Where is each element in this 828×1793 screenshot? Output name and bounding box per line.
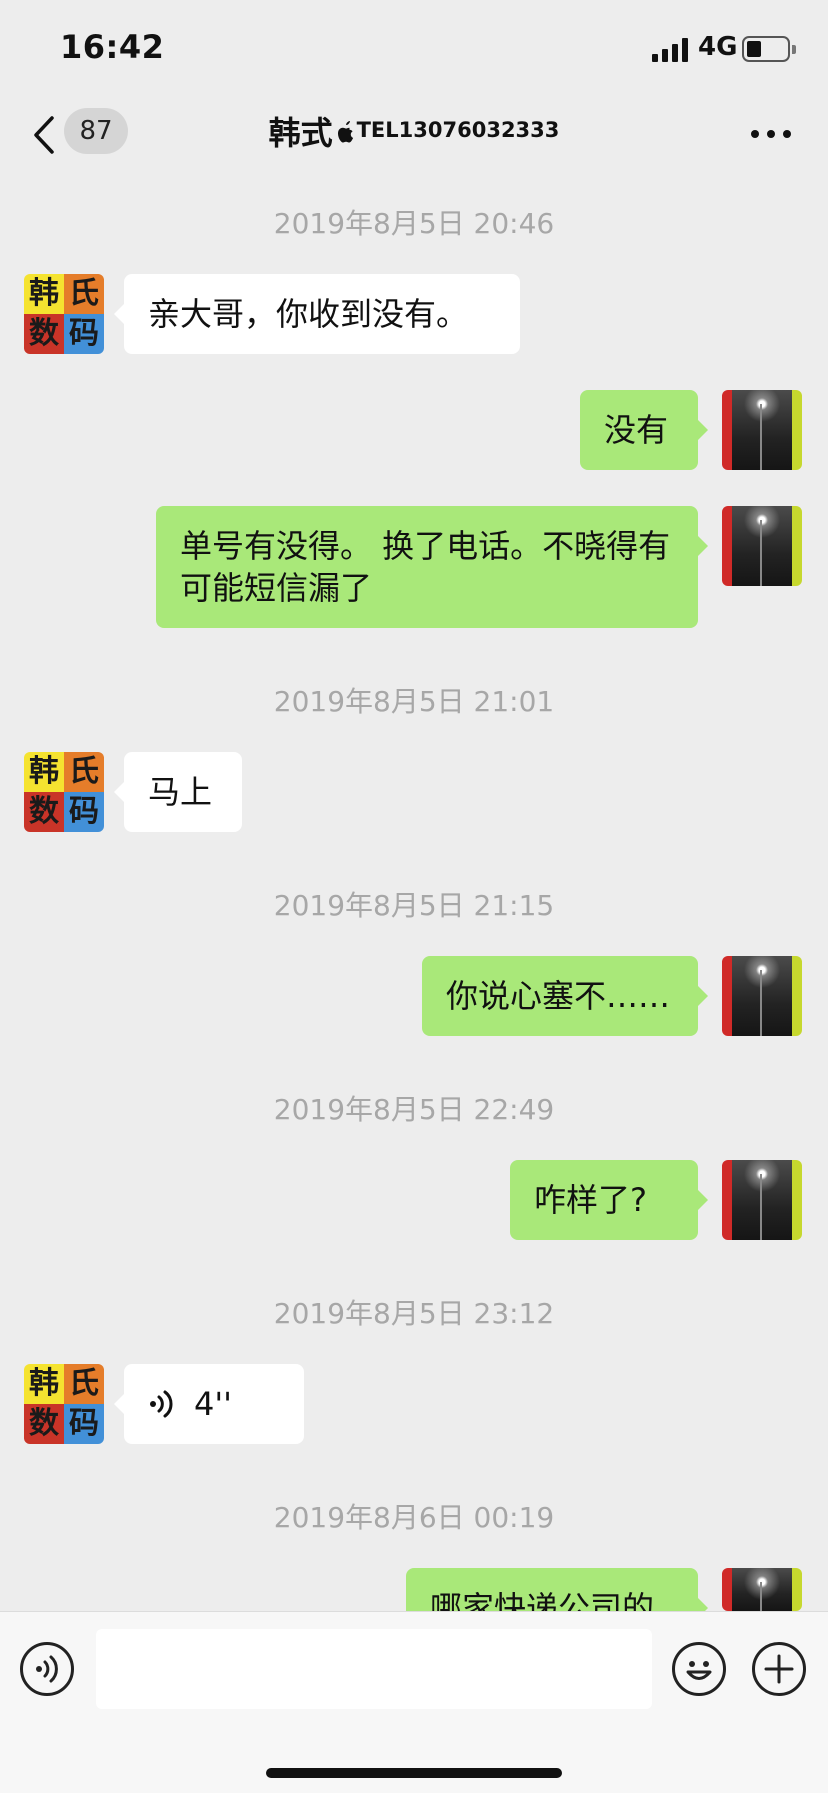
message-timestamp: 2019年8月5日 20:46 (273, 207, 555, 240)
battery-icon (742, 36, 796, 62)
outgoing-message[interactable]: 哪家快递公司的 (406, 1568, 708, 1627)
voice-wave-icon (150, 1390, 173, 1418)
outgoing-message[interactable]: 你说心塞不…… (422, 956, 708, 1036)
incoming-message[interactable]: 马上 (114, 752, 242, 832)
voice-input-button[interactable] (20, 1642, 74, 1696)
contact-avatar[interactable]: 韩氏数码 (24, 274, 104, 354)
my-avatar[interactable] (722, 390, 802, 470)
message-timestamp: 2019年8月5日 23:12 (273, 1297, 555, 1330)
chat-header: 87 韩式 TEL13076032333 (0, 96, 828, 192)
outgoing-message[interactable]: 单号有没得。 换了电话。不晓得有可能短信漏了 (156, 506, 708, 628)
network-type: 4G (698, 32, 738, 62)
status-bar: 16:42 4G (0, 0, 828, 96)
home-indicator (266, 1768, 562, 1778)
my-avatar[interactable] (722, 956, 802, 1036)
status-time: 16:42 (60, 28, 165, 66)
more-options-icon[interactable] (750, 126, 792, 142)
chat-title: 韩式 TEL13076032333 (0, 108, 828, 154)
my-avatar[interactable] (722, 1160, 802, 1240)
voice-message[interactable]: 4'' (114, 1364, 304, 1444)
contact-avatar[interactable]: 韩氏数码 (24, 752, 104, 832)
input-bar (0, 1611, 828, 1793)
message-timestamp: 2019年8月6日 00:19 (273, 1501, 555, 1534)
message-timestamp: 2019年8月5日 21:15 (273, 889, 555, 922)
voice-duration: 4'' (194, 1385, 232, 1423)
cellular-signal-icon (652, 38, 688, 62)
outgoing-message[interactable]: 咋样了? (510, 1160, 708, 1240)
message-timestamp: 2019年8月5日 21:01 (273, 685, 555, 718)
voice-icon (36, 1655, 58, 1683)
incoming-message[interactable]: 亲大哥，你收到没有。 (114, 274, 520, 354)
more-functions-button[interactable] (752, 1642, 806, 1696)
my-avatar[interactable] (722, 506, 802, 586)
contact-tel: TEL13076032333 (356, 118, 560, 142)
message-timestamp: 2019年8月5日 22:49 (273, 1093, 555, 1126)
emoji-icon (686, 1661, 712, 1680)
outgoing-message[interactable]: 没有 (580, 390, 708, 470)
message-input[interactable] (96, 1629, 652, 1709)
apple-logo-icon (337, 121, 353, 143)
contact-avatar[interactable]: 韩氏数码 (24, 1364, 104, 1444)
contact-name: 韩式 (268, 114, 333, 152)
my-avatar[interactable] (722, 1568, 802, 1611)
plus-icon (764, 1654, 794, 1684)
emoji-button[interactable] (672, 1642, 726, 1696)
